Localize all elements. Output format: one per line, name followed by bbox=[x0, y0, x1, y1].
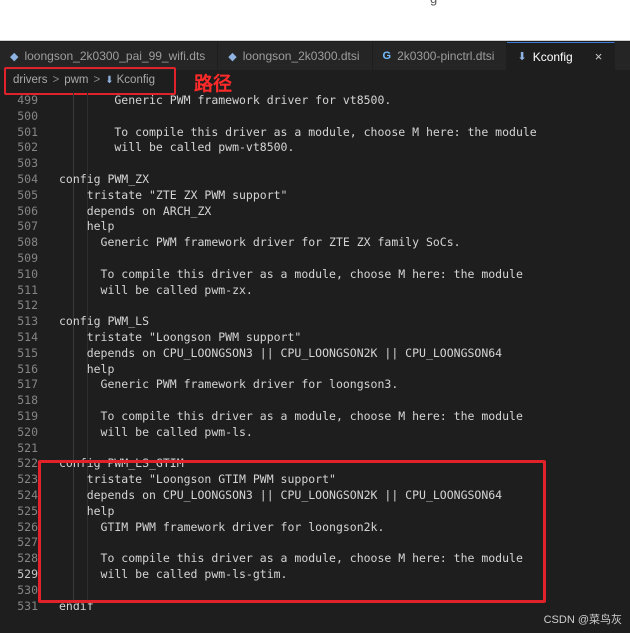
code-line[interactable]: 511 will be called pwm-zx. bbox=[0, 283, 630, 299]
code-text: tristate "Loongson PWM support" bbox=[59, 329, 302, 344]
tab-label: 2k0300-pinctrl.dtsi bbox=[397, 49, 495, 63]
line-number: 525 bbox=[17, 503, 38, 518]
line-number: 504 bbox=[17, 171, 38, 186]
tab-kconfig[interactable]: ⬇ Kconfig × bbox=[507, 42, 616, 70]
code-line[interactable]: 502 will be called pwm-vt8500. bbox=[0, 140, 630, 156]
line-number: 521 bbox=[17, 440, 38, 455]
code-line[interactable]: 514 tristate "Loongson PWM support" bbox=[0, 330, 630, 346]
annotation-label: 路径 bbox=[194, 73, 233, 95]
code-line[interactable]: 500 bbox=[0, 109, 630, 125]
line-number: 502 bbox=[17, 140, 38, 155]
line-number: 530 bbox=[17, 582, 38, 597]
code-text: help bbox=[59, 219, 115, 234]
code-text: Generic PWM framework driver for vt8500. bbox=[59, 93, 392, 107]
line-number: 516 bbox=[17, 361, 38, 376]
line-number: 510 bbox=[17, 266, 38, 281]
line-number: 519 bbox=[17, 408, 38, 423]
code-text: will be called pwm-ls. bbox=[59, 424, 253, 439]
tab-pinctrl-dtsi[interactable]: G 2k0300-pinctrl.dtsi bbox=[373, 42, 508, 70]
line-number: 499 bbox=[17, 93, 38, 107]
code-line[interactable]: 512 bbox=[0, 298, 630, 314]
tab-loongson-dtsi[interactable]: ◆ loongson_2k0300.dtsi bbox=[218, 42, 373, 70]
code-text: depends on CPU_LOONGSON3 || CPU_LOONGSON… bbox=[59, 345, 503, 360]
code-line[interactable]: 506 depends on ARCH_ZX bbox=[0, 204, 630, 220]
line-number: 531 bbox=[17, 598, 38, 613]
line-number: 513 bbox=[17, 314, 38, 329]
c-file-icon: G bbox=[382, 50, 392, 62]
code-line[interactable]: 501 To compile this driver as a module, … bbox=[0, 125, 630, 141]
tab-label: Kconfig bbox=[532, 49, 573, 64]
window-title-fragment: g bbox=[430, 0, 437, 6]
line-number: 517 bbox=[17, 377, 38, 392]
code-line[interactable]: 513 config PWM_LS bbox=[0, 314, 630, 330]
code-text: help bbox=[59, 361, 115, 376]
devicetree-file-icon: ◆ bbox=[10, 50, 19, 63]
code-text: config PWM_ZX bbox=[59, 171, 150, 186]
line-number: 514 bbox=[17, 329, 38, 344]
line-number: 508 bbox=[17, 235, 38, 250]
close-icon[interactable]: × bbox=[595, 49, 603, 64]
code-line[interactable]: 518 bbox=[0, 393, 630, 409]
code-line[interactable]: 517 Generic PWM framework driver for loo… bbox=[0, 377, 630, 393]
config-highlight-box bbox=[38, 460, 546, 603]
code-line[interactable]: 521 bbox=[0, 441, 630, 457]
watermark: CSDN @菜鸟灰 bbox=[543, 614, 622, 626]
line-number: 500 bbox=[17, 108, 38, 123]
code-text: will be called pwm-vt8500. bbox=[59, 140, 295, 155]
line-number: 528 bbox=[17, 551, 38, 566]
code-line[interactable]: 507 help bbox=[0, 219, 630, 235]
code-line[interactable]: 515 depends on CPU_LOONGSON3 || CPU_LOON… bbox=[0, 346, 630, 362]
code-line[interactable]: 504 config PWM_ZX bbox=[0, 172, 630, 188]
code-line[interactable]: 503 bbox=[0, 156, 630, 172]
line-number: 527 bbox=[17, 535, 38, 550]
line-number: 524 bbox=[17, 487, 38, 502]
code-text: To compile this driver as a module, choo… bbox=[59, 124, 537, 139]
line-number: 523 bbox=[17, 472, 38, 487]
line-number: 515 bbox=[17, 345, 38, 360]
line-number: 511 bbox=[17, 282, 38, 297]
code-line[interactable]: 520 will be called pwm-ls. bbox=[0, 425, 630, 441]
code-text: tristate "ZTE ZX PWM support" bbox=[59, 187, 288, 202]
line-number: 503 bbox=[17, 156, 38, 171]
code-text: will be called pwm-zx. bbox=[59, 282, 253, 297]
line-number: 509 bbox=[17, 250, 38, 265]
line-number: 518 bbox=[17, 393, 38, 408]
line-number: 501 bbox=[17, 124, 38, 139]
kconfig-file-icon: ⬇ bbox=[517, 51, 527, 63]
line-number: 512 bbox=[17, 298, 38, 313]
devicetree-file-icon: ◆ bbox=[228, 50, 237, 63]
code-line[interactable]: 510 To compile this driver as a module, … bbox=[0, 267, 630, 283]
tab-loongson-pai-dts[interactable]: ◆ loongson_2k0300_pai_99_wifi.dts bbox=[0, 42, 219, 70]
code-line[interactable]: 508 Generic PWM framework driver for ZTE… bbox=[0, 235, 630, 251]
code-text: depends on ARCH_ZX bbox=[59, 203, 212, 218]
breadcrumb-highlight-box bbox=[4, 67, 176, 95]
tab-label: loongson_2k0300.dtsi bbox=[242, 49, 360, 63]
code-text: To compile this driver as a module, choo… bbox=[59, 408, 523, 423]
line-number: 520 bbox=[17, 424, 38, 439]
line-number: 505 bbox=[17, 187, 38, 202]
line-number: 529 bbox=[17, 566, 38, 581]
code-text: Generic PWM framework driver for loongso… bbox=[59, 377, 399, 392]
top-bar: g bbox=[0, 0, 630, 41]
code-text: Generic PWM framework driver for ZTE ZX … bbox=[59, 235, 461, 250]
code-line[interactable]: 509 bbox=[0, 251, 630, 267]
code-line[interactable]: 519 To compile this driver as a module, … bbox=[0, 409, 630, 425]
code-line[interactable]: 499 Generic PWM framework driver for vt8… bbox=[0, 93, 630, 109]
line-number: 522 bbox=[17, 456, 38, 471]
code-line[interactable]: 516 help bbox=[0, 362, 630, 378]
code-text: config PWM_LS bbox=[59, 314, 150, 329]
line-number: 526 bbox=[17, 519, 38, 534]
line-number: 506 bbox=[17, 203, 38, 218]
code-line[interactable]: 505 tristate "ZTE ZX PWM support" bbox=[0, 188, 630, 204]
line-number: 507 bbox=[17, 219, 38, 234]
editor-tab-bar: ◆ loongson_2k0300_pai_99_wifi.dts ◆ loon… bbox=[0, 42, 630, 70]
code-text: To compile this driver as a module, choo… bbox=[59, 266, 523, 281]
tab-label: loongson_2k0300_pai_99_wifi.dts bbox=[24, 49, 206, 63]
